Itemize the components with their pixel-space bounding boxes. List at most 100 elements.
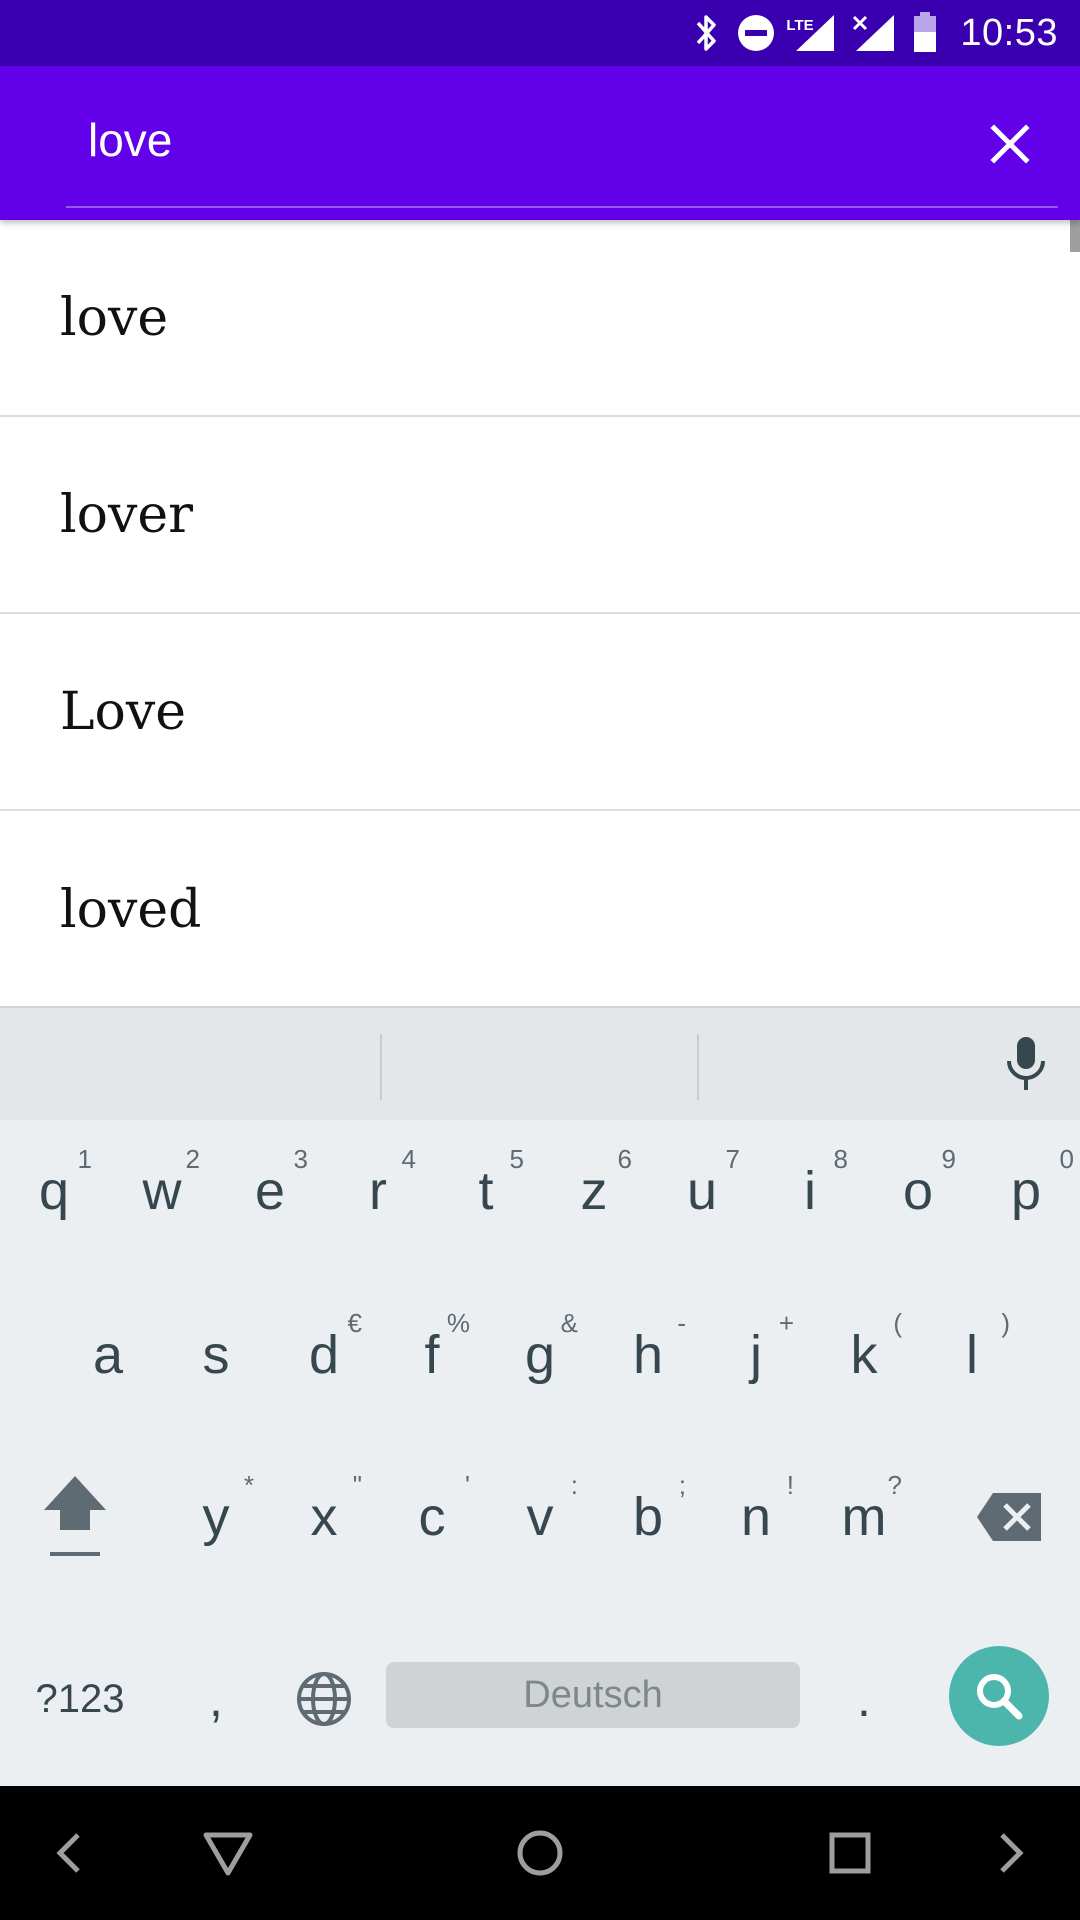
key-hint: 6 <box>617 1144 632 1174</box>
result-item[interactable]: love <box>0 220 1080 417</box>
result-label: Love <box>60 681 186 742</box>
result-item[interactable]: Love <box>0 614 1080 811</box>
microphone-icon <box>1007 1037 1045 1090</box>
recents-button[interactable] <box>810 1813 890 1893</box>
key-label: p <box>1010 1161 1042 1221</box>
key-label: y <box>202 1487 230 1547</box>
key-label: r <box>369 1161 387 1221</box>
key-v[interactable]: v: <box>486 1452 594 1582</box>
scrollbar[interactable] <box>1070 220 1080 252</box>
key-o[interactable]: o9 <box>864 1126 972 1256</box>
network-type-label: LTE <box>786 17 814 34</box>
shift-icon <box>44 1476 106 1556</box>
key-hint: % <box>446 1308 470 1338</box>
home-button[interactable] <box>500 1813 580 1893</box>
key-k[interactable]: k( <box>810 1290 918 1420</box>
globe-icon <box>297 1672 351 1726</box>
status-time: 10:53 <box>960 11 1058 54</box>
key-hint: 4 <box>401 1144 416 1174</box>
shift-key[interactable] <box>20 1452 130 1582</box>
symbols-key-label: ?123 <box>35 1676 125 1721</box>
key-z[interactable]: z6 <box>540 1126 648 1256</box>
key-label: v <box>526 1487 554 1547</box>
clear-search-button[interactable] <box>976 110 1044 178</box>
keyboard: q1 w2 e3 r4 t5 z6 u7 i8 o9 p0 a s d € f% … <box>0 1006 1080 1786</box>
key-label: k <box>850 1325 878 1385</box>
key-q[interactable]: q1 <box>0 1126 108 1256</box>
key-hint: ; <box>678 1470 686 1500</box>
key-t[interactable]: t5 <box>432 1126 540 1256</box>
battery-icon <box>912 12 938 54</box>
key-i[interactable]: i8 <box>756 1126 864 1256</box>
key-j[interactable]: j + <box>702 1290 810 1420</box>
key-label: b <box>632 1487 664 1547</box>
chevron-left-icon <box>56 1833 80 1873</box>
do-not-disturb-icon <box>736 13 776 53</box>
key-label: x <box>310 1487 338 1547</box>
key-h[interactable]: h- <box>594 1290 702 1420</box>
key-label: u <box>686 1161 718 1221</box>
key-a[interactable]: a <box>54 1290 162 1420</box>
back-button[interactable] <box>188 1813 268 1893</box>
key-label: e <box>254 1161 286 1221</box>
space-key[interactable]: Deutsch <box>386 1662 800 1728</box>
key-hint: 5 <box>509 1144 524 1174</box>
key-b[interactable]: b; <box>594 1452 702 1582</box>
strip-divider <box>697 1034 699 1100</box>
key-hint: ! <box>786 1470 794 1500</box>
key-hint: & <box>560 1308 578 1338</box>
key-hint: ) <box>1001 1308 1010 1338</box>
key-e[interactable]: e3 <box>216 1126 324 1256</box>
key-hint: 8 <box>833 1144 848 1174</box>
comma-key[interactable]: , <box>162 1634 270 1764</box>
key-x[interactable]: x " <box>270 1452 378 1582</box>
signal-no-data-icon <box>852 13 896 53</box>
key-d[interactable]: d € <box>270 1290 378 1420</box>
key-n[interactable]: n! <box>702 1452 810 1582</box>
key-r[interactable]: r4 <box>324 1126 432 1256</box>
key-label: m <box>841 1487 887 1547</box>
key-y[interactable]: y * <box>162 1452 270 1582</box>
key-label: l <box>966 1325 978 1385</box>
key-label: o <box>902 1161 934 1221</box>
key-label: c <box>418 1487 446 1547</box>
strip-divider <box>380 1034 382 1100</box>
key-hint: 9 <box>941 1144 956 1174</box>
key-s[interactable]: s <box>162 1290 270 1420</box>
search-results-list: love lover Love loved <box>0 220 1080 1006</box>
backspace-key[interactable] <box>950 1452 1070 1582</box>
key-u[interactable]: u7 <box>648 1126 756 1256</box>
key-hint: + <box>778 1308 794 1338</box>
search-underline <box>66 206 1058 208</box>
search-bar <box>0 66 1080 220</box>
result-item[interactable]: lover <box>0 417 1080 614</box>
symbols-key[interactable]: ?123 <box>20 1634 140 1764</box>
language-switch-key[interactable] <box>270 1634 378 1764</box>
search-input[interactable] <box>88 110 888 170</box>
key-label: q <box>38 1161 70 1221</box>
key-label: g <box>524 1325 556 1385</box>
key-w[interactable]: w2 <box>108 1126 216 1256</box>
key-c[interactable]: c ' <box>378 1452 486 1582</box>
status-bar: LTE 10:53 <box>0 0 1080 66</box>
key-g[interactable]: g & <box>486 1290 594 1420</box>
key-l[interactable]: l) <box>918 1290 1026 1420</box>
key-hint: 0 <box>1059 1144 1074 1174</box>
voice-input-button[interactable] <box>986 1024 1066 1104</box>
key-label: w <box>142 1161 182 1221</box>
result-item[interactable]: loved <box>0 811 1080 1006</box>
key-hint: 1 <box>77 1144 92 1174</box>
key-hint: 3 <box>293 1144 308 1174</box>
key-hint: 2 <box>185 1144 200 1174</box>
search-submit-key[interactable] <box>949 1646 1049 1746</box>
nav-left-button[interactable] <box>28 1813 108 1893</box>
key-label: s <box>202 1325 230 1385</box>
key-f[interactable]: f% <box>378 1290 486 1420</box>
nav-right-button[interactable] <box>972 1813 1052 1893</box>
key-hint: 7 <box>725 1144 740 1174</box>
key-m[interactable]: m? <box>810 1452 918 1582</box>
period-key[interactable]: . <box>810 1634 918 1764</box>
key-p[interactable]: p0 <box>972 1126 1080 1256</box>
key-label: f <box>424 1325 440 1385</box>
key-label: a <box>92 1325 124 1385</box>
